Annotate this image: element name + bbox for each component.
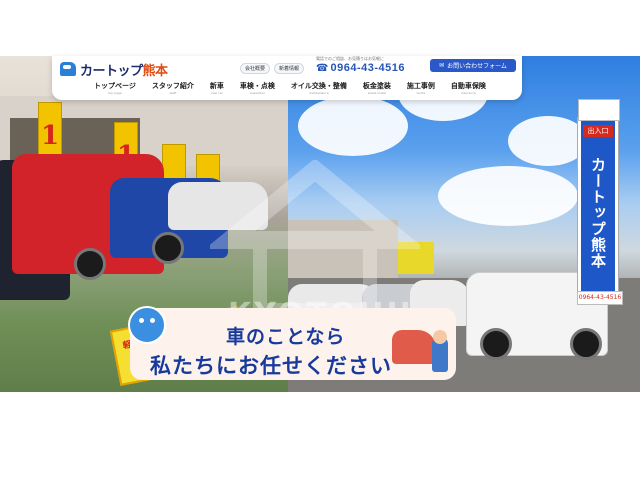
nav-item-new-car[interactable]: 新車 new car — [202, 81, 232, 95]
news-link[interactable]: 新着情報 — [274, 63, 305, 74]
wheel — [152, 232, 184, 264]
nav-item-works[interactable]: 施工事例 works — [399, 81, 443, 95]
nav-item-staff[interactable]: スタッフ紹介 staff — [144, 81, 202, 95]
main-nav: トップページ top page スタッフ紹介 staff 新車 new car 車検・… — [86, 81, 494, 95]
store-sign-name: カートップ熊本 — [589, 157, 607, 269]
nav-item-maintenance[interactable]: オイル交換・整備 maintenance — [283, 81, 355, 95]
banner-line2: 私たちにお任せください — [150, 354, 392, 378]
cloud — [438, 166, 578, 226]
nav-item-insurance[interactable]: 自動車保険 insurance — [443, 81, 494, 95]
store-sign-entry: 出入口 — [583, 125, 613, 137]
store-sign-top-panel — [578, 99, 620, 121]
phone-icon: ☎ — [316, 62, 329, 74]
house-watermark-icon — [210, 160, 420, 317]
utility-links: 会社概要 新着情報 — [240, 63, 305, 74]
mechanic-head-icon — [433, 330, 447, 344]
cloud — [298, 96, 408, 156]
wheel — [480, 328, 512, 360]
site-header: カートップ熊本 会社概要 新着情報 電話でのご相談、お見積りはお気軽に ☎ 09… — [52, 56, 522, 100]
wheel — [570, 328, 602, 360]
company-link[interactable]: 会社概要 — [240, 63, 271, 74]
store-sign-tel: 0964-43-4516 — [577, 291, 623, 305]
logo-text: カートップ熊本 — [80, 63, 168, 79]
store-pole-sign: 出入口 カートップ熊本 0964-43-4516 — [577, 99, 623, 305]
car-logo-icon — [60, 62, 76, 76]
cloud — [508, 116, 588, 166]
site-logo[interactable]: カートップ熊本 — [60, 60, 168, 79]
tel-number: 0964-43-4516 — [330, 62, 405, 74]
mascot-eye — [139, 318, 144, 323]
car-mascot-icon — [128, 306, 166, 344]
wheel — [74, 248, 106, 280]
nav-item-inspection[interactable]: 車検・点検 inspection — [232, 81, 283, 95]
cartoon-car-icon — [392, 330, 436, 364]
nav-item-sheet-metal[interactable]: 板金塗装 sheet metal — [355, 81, 399, 95]
mail-icon: ✉ — [439, 62, 445, 69]
mascot-eye — [150, 318, 155, 323]
nav-item-top[interactable]: トップページ top page — [86, 81, 144, 95]
contact-form-button[interactable]: ✉ お問い合わせフォーム — [430, 59, 516, 72]
contact-label: お問い合わせフォーム — [447, 63, 507, 70]
banner-line1: 車のことなら — [226, 326, 346, 348]
